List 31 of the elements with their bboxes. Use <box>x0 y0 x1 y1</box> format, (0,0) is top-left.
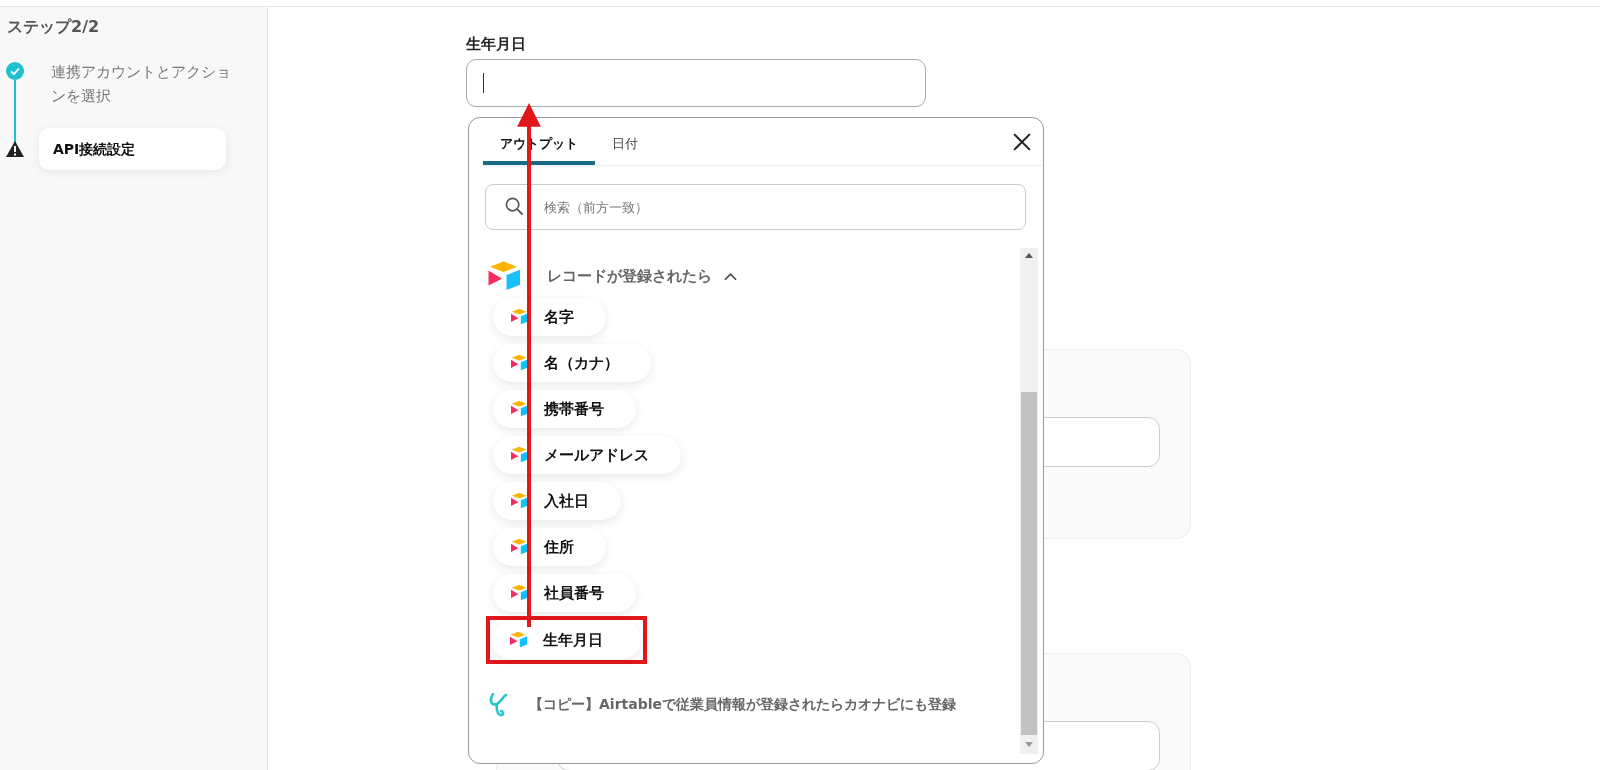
cube-logo-icon <box>510 538 530 556</box>
cube-logo-icon <box>487 259 523 293</box>
group-title: レコードが登録されたら <box>547 266 712 286</box>
cube-logo-icon <box>510 400 530 418</box>
swirl-logo-icon <box>489 692 509 718</box>
step-item[interactable]: API接続設定 <box>39 128 226 170</box>
warning-icon <box>6 140 24 158</box>
scrollbar[interactable] <box>1020 248 1038 754</box>
text-cursor <box>483 73 484 93</box>
cube-logo-icon <box>510 446 530 464</box>
output-chip[interactable]: メールアドレス <box>493 436 681 474</box>
cube-logo-icon <box>510 584 530 602</box>
output-chip[interactable]: 生年月日 <box>492 621 641 659</box>
close-icon <box>1013 132 1031 151</box>
output-chip[interactable]: 住所 <box>493 528 606 566</box>
step-title: ステップ2/2 <box>7 17 101 38</box>
cube-logo-icon <box>510 308 530 326</box>
output-chip[interactable]: 名（カナ） <box>493 344 651 382</box>
output-chip[interactable]: 入社日 <box>493 482 621 520</box>
step-item[interactable]: 連携アカウントとアクションを選択 <box>51 60 241 108</box>
cube-logo-icon <box>509 631 529 649</box>
flow-title: 【コピー】Airtableで従業員情報が登録されたらカオナビにも登録 <box>529 696 956 714</box>
tab[interactable]: 日付 <box>595 118 655 165</box>
field-label: 生年月日 <box>466 35 527 55</box>
output-chip[interactable]: 携帯番号 <box>493 390 636 428</box>
cube-logo-icon <box>510 492 530 510</box>
output-chip[interactable]: 名字 <box>493 298 606 336</box>
cube-logo-icon <box>510 354 530 372</box>
input-field[interactable] <box>466 59 926 107</box>
output-chip[interactable]: 社員番号 <box>493 574 636 612</box>
search-field[interactable]: 検索（前方一致） <box>485 184 1026 230</box>
